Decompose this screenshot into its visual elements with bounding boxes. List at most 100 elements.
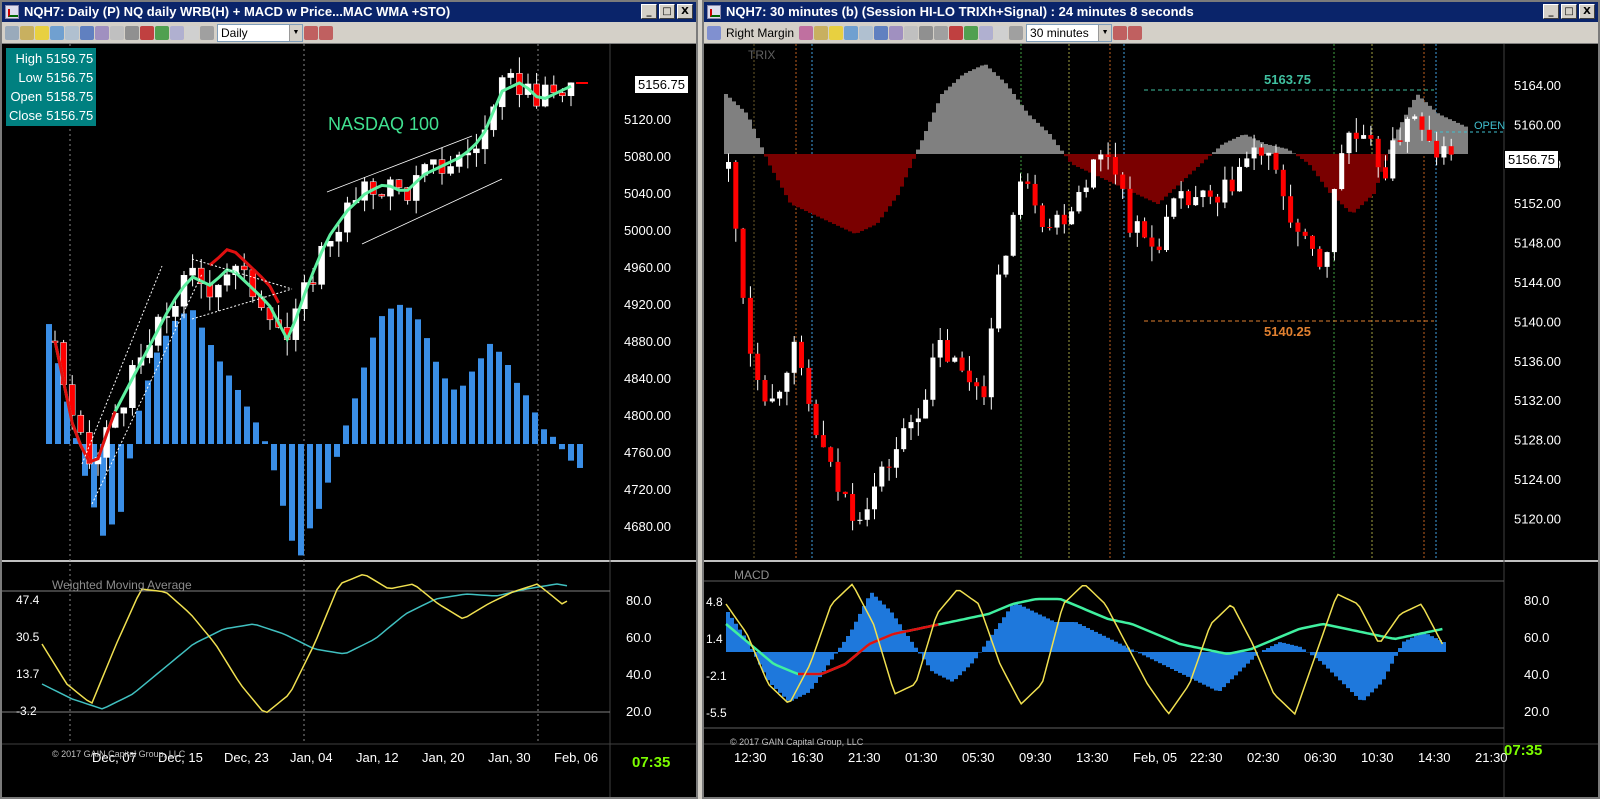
price-candle — [189, 267, 196, 276]
indicator-right-tick: 80.0 — [626, 593, 651, 608]
macd-histogram-bar — [1082, 626, 1086, 652]
macd-histogram-bar — [782, 652, 786, 697]
trend-icon[interactable] — [95, 25, 109, 40]
trix-area-bar — [1160, 154, 1164, 201]
clock-display: 07:35 — [632, 754, 671, 771]
close-button[interactable]: X — [1579, 4, 1595, 19]
macd-histogram-bar — [986, 640, 990, 652]
macd-histogram-bar — [370, 337, 376, 444]
macd-histogram-bar — [974, 652, 978, 659]
price-candle — [1134, 221, 1140, 233]
arrow-icon[interactable] — [949, 25, 964, 40]
macd-histogram-bar — [1374, 652, 1378, 689]
close-button[interactable]: X — [677, 4, 693, 19]
trix-area-bar — [896, 154, 900, 196]
text-icon[interactable] — [170, 25, 184, 40]
drawing-icon[interactable] — [20, 25, 34, 40]
macd-histogram-bar — [388, 308, 394, 444]
template-icon[interactable] — [1009, 25, 1024, 40]
page-icon[interactable] — [994, 25, 1009, 40]
macd-histogram-bar — [1034, 612, 1038, 652]
macd-histogram-bar — [826, 652, 830, 666]
cursor-icon[interactable] — [50, 25, 64, 40]
pen-icon[interactable] — [934, 25, 949, 40]
minimize-button[interactable]: _ — [641, 4, 657, 19]
drawing-icon[interactable] — [814, 25, 829, 40]
trix-area-bar — [996, 75, 1000, 154]
settings-icon[interactable] — [5, 25, 19, 40]
macd-histogram-bar — [352, 398, 358, 444]
trend-icon[interactable] — [889, 25, 904, 40]
trix-area-bar — [788, 154, 792, 203]
intraday-price-chart[interactable]: 5164.005160.005156.005152.005148.005144.… — [704, 44, 1598, 799]
macd-histogram-bar — [1018, 604, 1022, 652]
bars-icon[interactable] — [80, 25, 94, 40]
bars-icon[interactable] — [874, 25, 889, 40]
text-icon[interactable] — [979, 25, 994, 40]
trix-area-bar — [1084, 154, 1088, 171]
arrow-icon[interactable] — [140, 25, 154, 40]
trix-area-bar — [1324, 154, 1328, 188]
price-candle — [777, 391, 783, 399]
line-icon[interactable] — [919, 25, 934, 40]
intraday-chart-window[interactable]: NQH7: 30 minutes (b) (Session HI-LO TRIX… — [702, 0, 1600, 799]
price-candle — [1112, 157, 1118, 175]
zoom-out-icon[interactable] — [319, 25, 333, 40]
macd-histogram-bar — [1270, 646, 1274, 652]
price-candle — [835, 461, 841, 492]
macd-histogram-bar — [890, 612, 894, 652]
macd-histogram-bar — [1174, 652, 1178, 671]
trix-area-bar — [1196, 154, 1200, 167]
chevron-down-icon[interactable]: ▼ — [289, 24, 302, 41]
macd-histogram-bar — [1118, 643, 1122, 652]
price-candle — [1331, 189, 1337, 253]
daily-price-chart[interactable]: 5120.00 5080.00 5040.00 5000.00 4960.00 4920.… — [2, 44, 696, 799]
star-icon[interactable] — [35, 25, 49, 40]
zoom-in-icon[interactable] — [304, 25, 318, 40]
zoom-icon[interactable] — [859, 25, 874, 40]
maximize-button[interactable]: □ — [659, 4, 675, 19]
trix-area-bar — [1280, 147, 1284, 154]
minimize-button[interactable]: _ — [1543, 4, 1559, 19]
low-value: 5156.75 — [46, 70, 94, 85]
page-icon[interactable] — [185, 25, 199, 40]
maximize-button[interactable]: □ — [1561, 4, 1577, 19]
copyright-text: © 2017 GAIN Capital Group, LLC — [730, 737, 864, 747]
template-icon[interactable] — [200, 25, 214, 40]
margin-icon[interactable] — [707, 25, 721, 40]
period-value: Daily — [221, 25, 248, 40]
line-icon[interactable] — [125, 25, 139, 40]
macd-histogram-bar — [154, 352, 160, 444]
trix-area-bar — [796, 154, 800, 208]
forward-icon[interactable] — [155, 25, 169, 40]
price-candle — [1251, 147, 1257, 159]
price-candle — [791, 341, 797, 373]
macd-histogram-bar — [966, 652, 970, 668]
chevron-down-icon[interactable]: ▼ — [1098, 24, 1112, 41]
period-select[interactable]: 30 minutes ▼ — [1026, 23, 1113, 42]
zoom-icon[interactable] — [65, 25, 79, 40]
wave-icon[interactable] — [799, 25, 814, 40]
left-title-bar[interactable]: NQH7: Daily (P) NQ daily WRB(H) + MACD w… — [2, 2, 696, 22]
crosshair-icon[interactable] — [904, 25, 919, 40]
daily-chart-window[interactable]: NQH7: Daily (P) NQ daily WRB(H) + MACD w… — [0, 0, 698, 799]
star-icon[interactable] — [829, 25, 844, 40]
period-select[interactable]: Daily ▼ — [217, 23, 303, 42]
macd-histogram-bar — [226, 375, 232, 444]
date-tick-label: Jan, 12 — [356, 750, 399, 765]
price-candle — [1448, 146, 1454, 155]
price-candle — [1434, 140, 1440, 158]
cursor-icon[interactable] — [844, 25, 859, 40]
macd-histogram-bar — [1382, 652, 1386, 680]
right-margin-label[interactable]: Right Margin — [722, 26, 798, 40]
crosshair-icon[interactable] — [110, 25, 124, 40]
zoom-out-icon[interactable] — [1128, 25, 1143, 40]
price-candle — [1353, 132, 1359, 139]
price-tick-label: 4760.00 — [624, 445, 671, 460]
trix-area-bar — [1012, 94, 1016, 154]
forward-icon[interactable] — [964, 25, 979, 40]
macd-histogram-bar — [1070, 622, 1074, 652]
macd-histogram-bar — [950, 652, 954, 682]
right-title-bar[interactable]: NQH7: 30 minutes (b) (Session HI-LO TRIX… — [704, 2, 1598, 22]
zoom-in-icon[interactable] — [1113, 25, 1128, 40]
